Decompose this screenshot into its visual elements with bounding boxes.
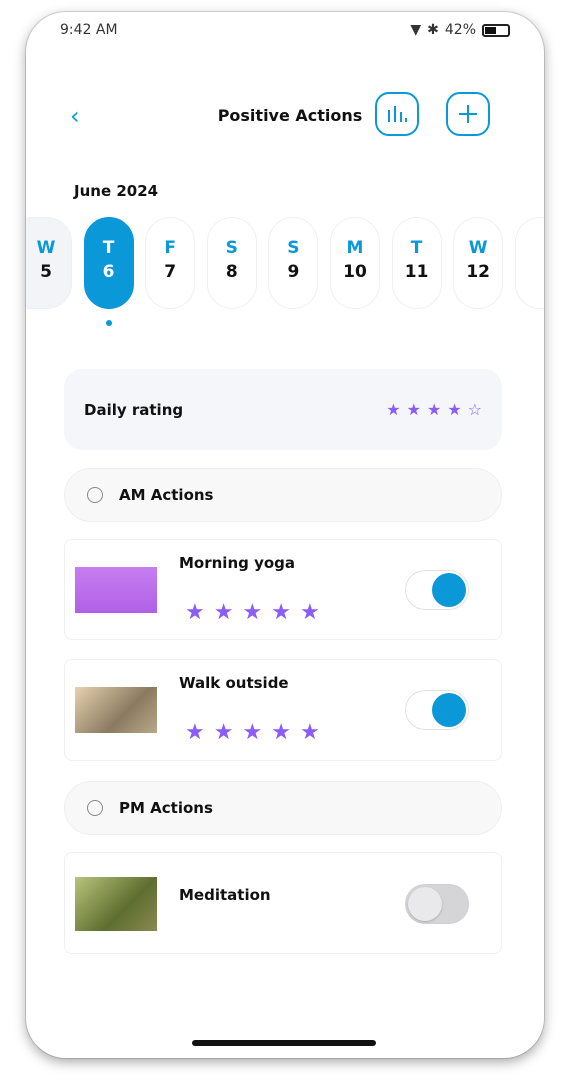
action-card: Meditation — [64, 852, 502, 954]
day-letter: W — [468, 238, 488, 258]
day-5[interactable]: W5 — [26, 217, 72, 309]
star-filled-icon[interactable]: ★ — [386, 400, 400, 419]
star-filled-icon[interactable]: ★ — [300, 720, 320, 745]
bluetooth-icon: ✱ — [427, 22, 439, 38]
day-letter: T — [102, 238, 115, 258]
day-letter: S — [287, 238, 300, 258]
daily-rating-card: Daily rating ★ ★ ★ ★ ☆ — [64, 369, 502, 450]
day-number: 5 — [40, 262, 52, 282]
home-indicator[interactable] — [192, 1040, 376, 1046]
action-rating-stars[interactable]: ★ ★ ★ ★ ★ — [185, 600, 320, 625]
am-actions-label: AM Actions — [119, 486, 214, 504]
day-10[interactable]: M 10 — [330, 217, 380, 309]
month-label: June 2024 — [74, 182, 159, 200]
action-card: Walk outside ★ ★ ★ ★ ★ — [64, 659, 502, 761]
star-filled-icon[interactable]: ★ — [447, 400, 461, 419]
add-button[interactable] — [446, 92, 490, 136]
day-8[interactable]: S8 — [206, 217, 257, 309]
star-outline-icon[interactable]: ☆ — [468, 400, 482, 419]
star-filled-icon[interactable]: ★ — [271, 600, 291, 625]
phone-screen: 9:42 AM ▼ ✱ 42% ‹ Positive Actions June … — [26, 12, 544, 1058]
action-rating-stars[interactable]: ★ ★ ★ ★ ★ — [185, 720, 320, 745]
star-filled-icon[interactable]: ★ — [214, 600, 234, 625]
day-7[interactable]: F7 — [145, 217, 196, 309]
status-bar-right: ▼ ✱ 42% — [410, 22, 510, 38]
star-filled-icon[interactable]: ★ — [185, 720, 205, 745]
day-number: 8 — [225, 262, 238, 282]
clock-icon — [87, 800, 103, 816]
day-number: 6 — [102, 262, 115, 282]
day-number: 9 — [287, 262, 300, 282]
action-toggle[interactable] — [405, 884, 469, 924]
day-12[interactable]: W 12 — [453, 217, 504, 309]
clock-icon — [87, 487, 103, 503]
day-number: 12 — [466, 262, 491, 282]
yoga-image — [75, 567, 157, 613]
day-9[interactable]: S9 — [268, 217, 319, 309]
wifi-icon: ▼ — [410, 22, 422, 38]
plus-icon — [459, 105, 477, 123]
day-next[interactable] — [515, 217, 544, 309]
day-number: 11 — [404, 262, 429, 282]
star-filled-icon[interactable]: ★ — [427, 400, 441, 419]
action-toggle[interactable] — [405, 570, 469, 610]
walk-image — [75, 687, 157, 733]
day-letter: S — [225, 238, 238, 258]
day-letter: T — [410, 238, 423, 258]
pm-actions-header[interactable]: PM Actions — [64, 781, 502, 835]
day-letter: F — [164, 238, 176, 258]
am-actions-header[interactable]: AM Actions — [64, 468, 502, 522]
star-filled-icon[interactable]: ★ — [214, 720, 234, 745]
action-name: Morning yoga — [179, 554, 296, 572]
day-number: 7 — [164, 262, 177, 282]
action-name: Walk outside — [179, 674, 289, 692]
stats-button[interactable] — [375, 92, 419, 136]
day-letter: M — [346, 238, 364, 258]
day-11[interactable]: T 11 — [391, 217, 442, 309]
daily-rating-stars[interactable]: ★ ★ ★ ★ ☆ — [386, 400, 482, 419]
battery-percent: 42% — [444, 22, 476, 38]
battery-icon — [482, 23, 510, 37]
status-time: 9:42 AM — [60, 22, 118, 38]
star-filled-icon[interactable]: ★ — [242, 600, 262, 625]
star-filled-icon[interactable]: ★ — [271, 720, 291, 745]
day-number: 10 — [343, 262, 367, 282]
star-filled-icon[interactable]: ★ — [185, 600, 205, 625]
meditation-image — [75, 877, 157, 931]
star-filled-icon[interactable]: ★ — [407, 400, 421, 419]
bar-chart-icon — [388, 106, 407, 122]
star-filled-icon[interactable]: ★ — [300, 600, 320, 625]
action-name: Meditation — [179, 886, 271, 904]
day-6[interactable]: T6 — [83, 217, 134, 309]
action-toggle[interactable] — [405, 690, 469, 730]
daily-rating-label: Daily rating — [84, 400, 184, 419]
star-filled-icon[interactable]: ★ — [242, 720, 262, 745]
selected-day-dot — [106, 320, 112, 326]
pm-actions-label: PM Actions — [119, 799, 213, 817]
day-letter: W — [36, 238, 56, 258]
action-card: Morning yoga ★ ★ ★ ★ ★ — [64, 539, 502, 640]
